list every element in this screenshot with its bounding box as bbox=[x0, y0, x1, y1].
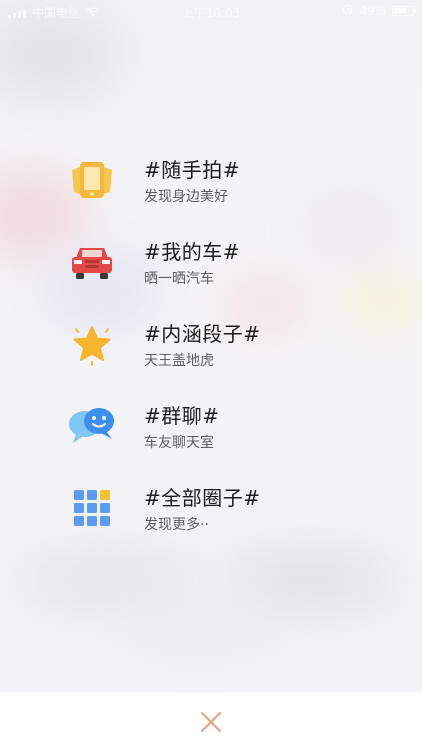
menu-item-my-car[interactable]: #我的车# 晒一晒汽车 bbox=[0, 222, 422, 304]
menu-item-title: #全部圈子# bbox=[144, 486, 261, 510]
menu-item-jokes[interactable]: #内涵段子# 天王盖地虎 bbox=[0, 304, 422, 386]
menu-item-title: #随手拍# bbox=[144, 158, 241, 182]
status-right: 49% bbox=[342, 4, 416, 18]
alarm-icon bbox=[342, 4, 353, 18]
battery-percent-label: 49% bbox=[359, 4, 386, 18]
menu-item-title: #我的车# bbox=[144, 240, 241, 264]
menu-item-subtitle: 车友聊天室 bbox=[144, 435, 214, 451]
menu-item-all-circles[interactable]: #全部圈子# 发现更多·· bbox=[0, 468, 422, 550]
menu-item-subtitle: 发现更多·· bbox=[144, 517, 209, 533]
menu-item-group-chat[interactable]: #群聊# 车友聊天室 bbox=[0, 386, 422, 468]
close-icon bbox=[201, 712, 221, 732]
circle-menu: #随手拍# 发现身边美好 #我的车# 晒一晒汽车 #内涵段子# 天王盖地虎 #群… bbox=[0, 140, 422, 550]
menu-item-title: #群聊# bbox=[144, 404, 220, 428]
battery-icon bbox=[392, 6, 416, 16]
clock-label: 上午10:03 bbox=[181, 6, 241, 20]
menu-item-subtitle: 天王盖地虎 bbox=[144, 353, 214, 369]
status-bar: 中国电信 上午10:03 49% bbox=[0, 0, 422, 24]
grid-icon bbox=[68, 484, 116, 532]
menu-item-subtitle: 晒一晒汽车 bbox=[144, 271, 214, 287]
close-button[interactable] bbox=[196, 707, 226, 737]
menu-item-title: #内涵段子# bbox=[144, 322, 261, 346]
bottom-bar bbox=[0, 693, 422, 750]
chat-bubbles-icon bbox=[68, 402, 116, 450]
phone-camera-icon bbox=[68, 156, 116, 204]
menu-item-snapshot[interactable]: #随手拍# 发现身边美好 bbox=[0, 140, 422, 222]
star-icon bbox=[68, 320, 116, 368]
car-icon bbox=[68, 238, 116, 286]
menu-item-subtitle: 发现身边美好 bbox=[144, 189, 228, 205]
